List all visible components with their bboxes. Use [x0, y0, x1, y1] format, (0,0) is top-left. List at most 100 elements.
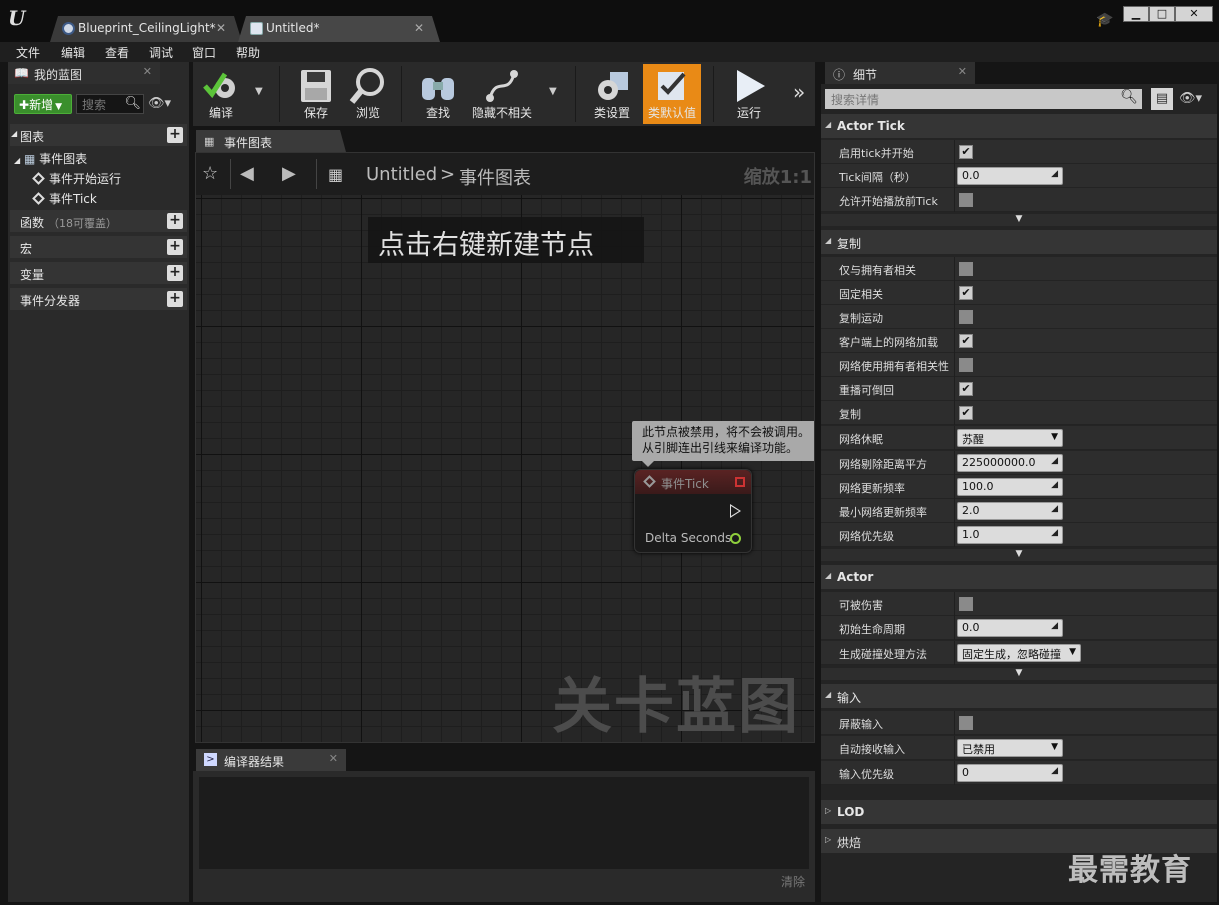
delegate-pin-icon[interactable]	[735, 477, 745, 487]
minimize-button[interactable]: ▁	[1123, 6, 1149, 22]
net-cull-distance-field[interactable]: 225000000.0 ◢	[957, 454, 1063, 472]
advanced-expander-arrow-icon[interactable]: ▼	[821, 668, 1217, 680]
graph-canvas[interactable]: ☆ ◀ ▶ ▦ Untitled > 事件图表 缩放1:1 点击右键新建节点 关…	[195, 152, 815, 743]
close-icon[interactable]: ✕	[329, 752, 338, 765]
replicates-checkbox[interactable]: ✔	[959, 406, 973, 420]
add-macro-button[interactable]: +	[167, 239, 183, 255]
can-be-damaged-checkbox[interactable]	[959, 597, 973, 611]
min-net-update-frequency-field[interactable]: 2.0 ◢	[957, 502, 1063, 520]
block-input-checkbox[interactable]	[959, 716, 973, 730]
menu-help[interactable]: 帮助	[236, 44, 260, 61]
menu-edit[interactable]: 编辑	[61, 44, 85, 61]
my-blueprint-panel: 📖 我的蓝图 ✕ ✚新增 ▼ 搜索 🔍︎ 👁▾ ◢ 图表 + ◢ ▦ 事件图表 事…	[8, 62, 189, 902]
prop-owner-only: 仅与拥有者相关	[821, 257, 1217, 281]
class-defaults-button[interactable]: 类默认值	[643, 64, 701, 124]
section-graphs[interactable]: ◢ 图表 +	[10, 124, 187, 146]
category-actor[interactable]: ◢ Actor	[821, 565, 1217, 589]
advanced-expander-arrow-icon[interactable]: ▼	[821, 549, 1217, 561]
add-dispatcher-button[interactable]: +	[167, 291, 183, 307]
tick-before-play-checkbox[interactable]	[959, 193, 973, 207]
category-replication[interactable]: ◢ 复制	[821, 230, 1217, 254]
menu-file[interactable]: 文件	[16, 44, 40, 61]
event-graph-tab[interactable]: ▦ 事件图表	[196, 130, 346, 152]
breadcrumb-root[interactable]: Untitled	[366, 164, 437, 185]
close-icon[interactable]: ✕	[414, 21, 424, 35]
add-graph-button[interactable]: +	[167, 127, 183, 143]
find-button[interactable]: 查找	[413, 64, 463, 124]
dropdown-value: 苏醒	[962, 433, 984, 446]
tree-event-begin-play[interactable]: 事件开始运行	[32, 170, 121, 187]
play-icon	[737, 70, 765, 102]
view-options-eye-icon[interactable]: 👁▾	[148, 96, 171, 111]
compile-button[interactable]: 编译	[195, 64, 247, 124]
menu-view[interactable]: 查看	[105, 44, 129, 61]
view-options-eye-icon[interactable]: 👁▾	[1179, 91, 1202, 106]
net-dormancy-dropdown[interactable]: 苏醒 ▼	[957, 429, 1063, 447]
back-arrow-icon[interactable]: ◀	[240, 163, 254, 184]
replay-rewind-checkbox[interactable]: ✔	[959, 382, 973, 396]
auto-receive-input-dropdown[interactable]: 已禁用 ▼	[957, 739, 1063, 757]
run-button[interactable]: 运行	[723, 64, 775, 124]
input-priority-field[interactable]: 0 ◢	[957, 764, 1063, 782]
column-divider	[954, 353, 955, 377]
favorite-star-icon[interactable]: ☆	[202, 163, 218, 184]
toolbar-overflow-icon[interactable]: »	[793, 80, 805, 104]
save-button[interactable]: 保存	[291, 64, 341, 124]
always-relevant-checkbox[interactable]: ✔	[959, 286, 973, 300]
owner-only-checkbox[interactable]	[959, 262, 973, 276]
net-load-client-checkbox[interactable]: ✔	[959, 334, 973, 348]
tick-start-checkbox[interactable]: ✔	[959, 145, 973, 159]
hide-unrelated-button[interactable]: 隐藏不相关	[467, 64, 537, 124]
section-functions[interactable]: 函数 （18可覆盖） +	[10, 210, 187, 232]
net-priority-field[interactable]: 1.0 ◢	[957, 526, 1063, 544]
menu-debug[interactable]: 调试	[149, 44, 173, 61]
float-output-pin[interactable]	[730, 533, 741, 544]
net-use-owner-checkbox[interactable]	[959, 358, 973, 372]
breadcrumb-leaf[interactable]: 事件图表	[459, 164, 531, 190]
exec-output-pin[interactable]	[730, 504, 741, 518]
blueprint-search-input[interactable]: 搜索 🔍︎	[76, 94, 144, 114]
my-blueprint-tab[interactable]: 📖 我的蓝图 ✕	[8, 62, 160, 84]
graph-grid-icon: ▦	[328, 165, 344, 184]
close-icon[interactable]: ✕	[216, 21, 226, 35]
tab-blueprint-ceilinglight[interactable]: Blueprint_CeilingLight* ✕	[50, 16, 242, 42]
details-search-input[interactable]: 搜索详情 🔍︎	[825, 89, 1142, 109]
learn-cap-icon[interactable]: 🎓	[1096, 12, 1113, 28]
section-event-dispatchers[interactable]: 事件分发器 +	[10, 288, 187, 310]
property-matrix-icon[interactable]: ▤	[1151, 88, 1173, 110]
section-macros[interactable]: 宏 +	[10, 236, 187, 258]
close-icon[interactable]: ✕	[958, 65, 967, 78]
browse-button[interactable]: 浏览	[343, 64, 393, 124]
event-tick-node[interactable]: 事件Tick Delta Seconds	[634, 469, 752, 553]
tab-untitled[interactable]: Untitled* ✕	[238, 16, 440, 42]
spawn-collision-dropdown[interactable]: 固定生成，忽略碰撞 ▼	[957, 644, 1081, 662]
category-lod[interactable]: ▷ LOD	[821, 800, 1217, 824]
category-input[interactable]: ◢ 输入	[821, 684, 1217, 708]
close-window-button[interactable]: ✕	[1175, 6, 1213, 22]
prop-label: 复制运动	[839, 312, 883, 325]
close-icon[interactable]: ✕	[143, 65, 152, 78]
add-new-button[interactable]: ✚新增 ▼	[14, 94, 72, 114]
node-header[interactable]: 事件Tick	[635, 470, 751, 494]
tree-event-tick[interactable]: 事件Tick	[32, 190, 97, 207]
hide-options-arrow-icon[interactable]: ▼	[549, 86, 557, 97]
compile-options-arrow-icon[interactable]: ▼	[255, 86, 263, 97]
tick-interval-field[interactable]: 0.0 ◢	[957, 167, 1063, 185]
add-function-button[interactable]: +	[167, 213, 183, 229]
advanced-expander-arrow-icon[interactable]: ▼	[821, 214, 1217, 226]
clear-button[interactable]: 清除	[781, 873, 805, 890]
column-divider	[954, 188, 955, 212]
tree-event-graph[interactable]: ◢ ▦ 事件图表	[14, 150, 87, 167]
menu-window[interactable]: 窗口	[192, 44, 216, 61]
compiler-results-tab[interactable]: > 编译器结果 ✕	[196, 749, 346, 771]
category-actor-tick[interactable]: ◢ Actor Tick	[821, 114, 1217, 138]
details-tab[interactable]: ⓘ 细节 ✕	[825, 62, 975, 84]
class-settings-button[interactable]: 类设置	[587, 64, 637, 124]
net-update-frequency-field[interactable]: 100.0 ◢	[957, 478, 1063, 496]
forward-arrow-icon[interactable]: ▶	[282, 163, 296, 184]
add-variable-button[interactable]: +	[167, 265, 183, 281]
initial-life-span-field[interactable]: 0.0 ◢	[957, 619, 1063, 637]
section-variables[interactable]: 变量 +	[10, 262, 187, 284]
maximize-button[interactable]: □	[1149, 6, 1175, 22]
replicate-movement-checkbox[interactable]	[959, 310, 973, 324]
